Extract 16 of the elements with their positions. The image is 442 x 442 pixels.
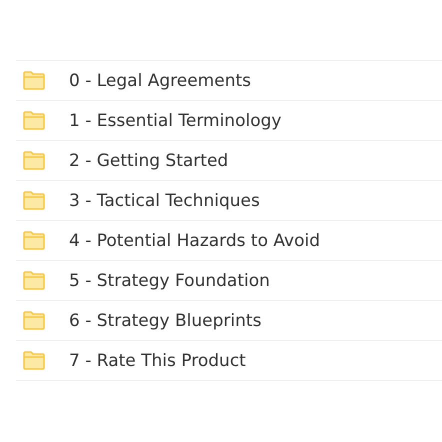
folder-name[interactable]: 4 - Potential Hazards to Avoid <box>69 230 320 250</box>
folder-name[interactable]: 7 - Rate This Product <box>69 350 246 370</box>
folder-name[interactable]: 6 - Strategy Blueprints <box>69 310 262 330</box>
folder-name[interactable]: 1 - Essential Terminology <box>69 110 282 130</box>
folder-icon <box>23 71 45 90</box>
folder-name[interactable]: 3 - Tactical Techniques <box>69 190 260 210</box>
folder-icon <box>23 191 45 210</box>
folder-icon <box>23 111 45 130</box>
folder-icon <box>23 151 45 170</box>
folder-icon <box>23 311 45 330</box>
folder-name[interactable]: 0 - Legal Agreements <box>69 70 251 90</box>
folder-icon <box>23 351 45 370</box>
folder-name[interactable]: 2 - Getting Started <box>69 150 228 170</box>
folder-name[interactable]: 5 - Strategy Foundation <box>69 270 270 290</box>
folder-icon <box>23 231 45 250</box>
folder-icon <box>23 271 45 290</box>
